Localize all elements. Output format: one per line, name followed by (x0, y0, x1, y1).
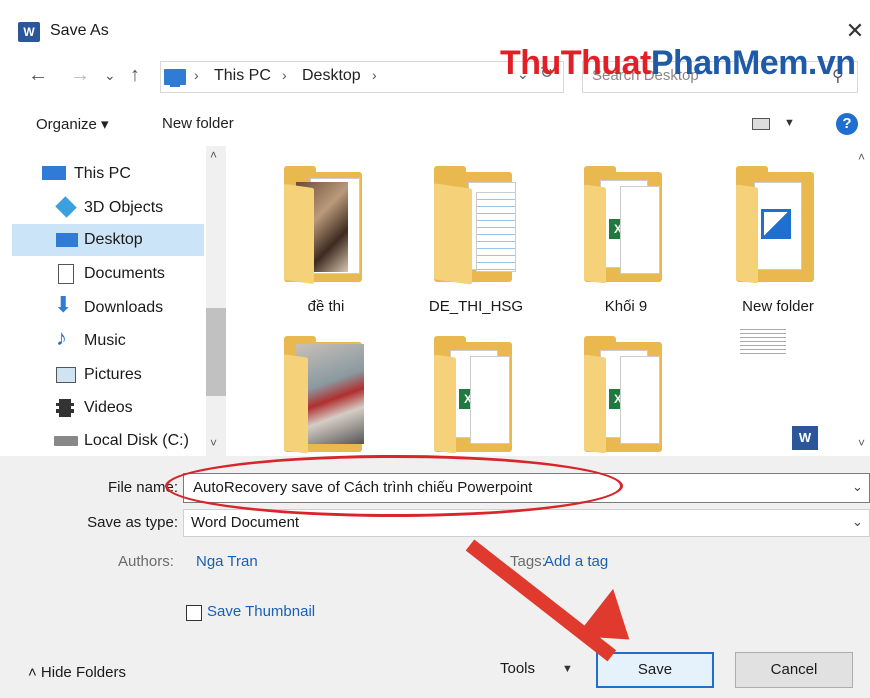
image-icon (761, 209, 791, 239)
file-name-label: File name: (107, 479, 178, 496)
file-label: Khối 9 (604, 298, 648, 315)
hide-folders-button[interactable]: ˄ Hide Folders (28, 664, 126, 681)
tools-menu-button[interactable]: Tools (500, 660, 535, 677)
word-app-icon: W (18, 22, 40, 42)
desktop-icon (56, 233, 78, 247)
file-item-xls-folder[interactable]: X (416, 322, 536, 472)
view-options-icon[interactable] (752, 118, 770, 130)
sidebar-item-videos[interactable]: Videos (12, 392, 204, 424)
help-icon[interactable]: ? (836, 113, 858, 135)
sidebar-item-desktop[interactable]: Desktop (12, 224, 204, 256)
sidebar-item-3d-objects[interactable]: 3D Objects (12, 192, 204, 224)
new-folder-button[interactable]: New folder (162, 115, 234, 132)
file-list-scrollbar[interactable] (858, 146, 870, 456)
up-arrow-icon[interactable]: ↑ (130, 60, 140, 90)
view-dropdown-icon[interactable]: ▼ (784, 117, 795, 129)
watermark-part2: PhanMem.vn (650, 44, 856, 82)
sidebar-item-label: Local Disk (C:) (84, 432, 189, 449)
scroll-up-icon[interactable]: ˄ (858, 150, 865, 164)
scroll-down-icon[interactable]: ˅ (858, 436, 865, 450)
sidebar-item-documents[interactable]: Documents (12, 258, 204, 290)
picture-icon (56, 367, 76, 383)
save-thumbnail-label[interactable]: Save Thumbnail (207, 603, 315, 620)
sidebar-item-label: This PC (74, 165, 131, 182)
file-item-de-thi-hsg[interactable]: DE_THI_HSG (416, 152, 536, 315)
download-icon: ⬇ (54, 292, 73, 317)
save-type-label: Save as type: (87, 514, 178, 531)
file-label: New folder (742, 298, 814, 315)
file-label: đề thi (307, 298, 345, 315)
authors-field[interactable]: Nga Tran (196, 553, 258, 570)
disk-icon (54, 436, 78, 446)
file-label: DE_THI_HSG (428, 298, 524, 315)
scroll-down-icon[interactable]: ˅ (210, 436, 217, 450)
watermark-logo: ThuThuatPhanMem.vn (500, 44, 856, 83)
recent-locations-chevron-icon[interactable]: ⌄ (104, 60, 116, 90)
video-icon (56, 399, 74, 417)
pc-icon (42, 166, 66, 180)
authors-label: Authors: (118, 553, 174, 570)
breadcrumb-separator: › (194, 67, 199, 83)
tools-dropdown-icon[interactable]: ▼ (562, 663, 573, 675)
sidebar-item-downloads[interactable]: ⬇ Downloads (12, 292, 204, 324)
sidebar-item-label: Videos (84, 399, 133, 416)
file-item-xls-folder[interactable]: X (566, 322, 686, 472)
save-type-value[interactable]: Word Document (191, 514, 299, 531)
organize-menu-button[interactable]: Organize ▾ (36, 115, 109, 133)
document-icon (58, 264, 74, 284)
sidebar-item-label: Music (84, 332, 126, 349)
sidebar-item-label: Documents (84, 265, 165, 282)
pc-icon (164, 69, 186, 87)
save-thumbnail-checkbox[interactable] (186, 605, 202, 621)
file-item-new-folder[interactable]: New folder (718, 152, 838, 315)
sidebar-item-pictures[interactable]: Pictures (12, 359, 204, 391)
file-item-khoi-9[interactable]: X Khối 9 (566, 152, 686, 315)
word-icon: W (792, 426, 818, 450)
file-item-photo-folder[interactable] (266, 322, 386, 472)
sidebar-item-music[interactable]: ♪ Music (12, 325, 204, 357)
sidebar-item-local-disk[interactable]: Local Disk (C:) (12, 425, 204, 457)
sidebar-item-label: 3D Objects (84, 199, 164, 216)
cancel-button[interactable]: Cancel (735, 652, 853, 688)
cube-icon (55, 196, 77, 218)
breadcrumb-separator: › (372, 67, 377, 83)
document-preview (740, 326, 786, 354)
breadcrumb-this-pc[interactable]: This PC (214, 67, 271, 85)
sidebar-item-label: Downloads (84, 299, 164, 316)
breadcrumb-separator: › (282, 67, 287, 83)
music-icon: ♪ (56, 325, 67, 350)
sidebar-item-label: Desktop (84, 231, 143, 248)
chevron-down-icon[interactable]: ⌄ (852, 514, 863, 530)
tags-field[interactable]: Add a tag (544, 553, 608, 570)
forward-arrow-icon[interactable]: → (70, 60, 90, 90)
chevron-down-icon[interactable]: ⌄ (852, 479, 863, 495)
sidebar-scrollbar[interactable] (206, 146, 226, 456)
watermark-part1: ThuThuat (500, 44, 651, 82)
command-toolbar (0, 104, 870, 146)
scroll-up-icon[interactable]: ˄ (210, 148, 217, 162)
highlight-ellipse-annotation (165, 455, 623, 517)
tags-label: Tags: (510, 553, 546, 570)
back-arrow-icon[interactable]: ← (28, 60, 48, 90)
sidebar-scrollbar-thumb[interactable] (206, 308, 226, 396)
file-item-word-document[interactable]: W (718, 322, 838, 472)
file-item-de-thi[interactable]: đề thi (266, 152, 386, 315)
sidebar-item-label: Pictures (84, 366, 142, 383)
breadcrumb-desktop[interactable]: Desktop (302, 67, 361, 85)
title-bar (0, 0, 870, 44)
close-button[interactable]: ✕ (842, 18, 868, 44)
window-title: Save As (50, 22, 109, 39)
sidebar-item-this-pc[interactable]: This PC (28, 158, 204, 190)
